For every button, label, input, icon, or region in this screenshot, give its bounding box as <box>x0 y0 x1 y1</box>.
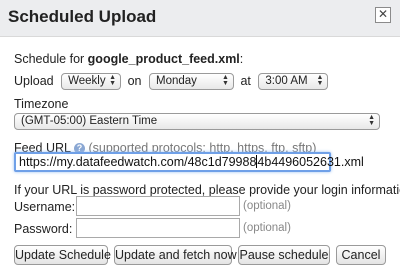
timezone-select[interactable]: (GMT-05:00) Eastern Time ▲ ▼ <box>14 113 380 130</box>
username-input[interactable] <box>76 196 240 216</box>
password-row: Password: (optional) <box>14 218 334 242</box>
username-row: Username: (optional) <box>14 196 334 220</box>
frequency-select[interactable]: Weekly ▲ ▼ <box>61 73 122 90</box>
time-select[interactable]: 3:00 AM ▲ ▼ <box>258 73 329 90</box>
button-row: Update Schedule Update and fetch now Pau… <box>14 245 390 267</box>
scheduled-upload-dialog: Scheduled Upload ✕ Schedule for google_p… <box>0 0 400 269</box>
select-arrows-icon: ▲ ▼ <box>109 74 117 87</box>
at-label: at <box>240 73 251 88</box>
schedule-prefix: Schedule for <box>14 52 88 66</box>
day-select[interactable]: Monday ▲ ▼ <box>148 73 234 90</box>
feed-url-row: https://my.datafeedwatch.com/48c1d799884… <box>14 152 364 174</box>
close-icon[interactable]: ✕ <box>375 7 391 23</box>
select-arrows-icon: ▲ ▼ <box>368 114 375 127</box>
pause-schedule-button[interactable]: Pause schedule <box>238 245 330 265</box>
feed-url-text-after: 4b4496052631.xml <box>257 155 364 169</box>
username-label: Username: <box>14 200 76 214</box>
update-schedule-button[interactable]: Update Schedule <box>14 245 111 265</box>
select-arrows-icon: ▲ ▼ <box>316 74 324 87</box>
update-fetch-button[interactable]: Update and fetch now <box>114 245 237 265</box>
on-label: on <box>127 73 142 88</box>
schedule-suffix: : <box>239 52 244 66</box>
time-value: 3:00 AM <box>265 75 308 87</box>
frequency-value: Weekly <box>68 75 106 87</box>
timezone-label: Timezone <box>14 97 69 111</box>
timezone-row: (GMT-05:00) Eastern Time ▲ ▼ <box>14 113 380 130</box>
password-input[interactable] <box>76 218 240 238</box>
schedule-filename: google_product_feed.xml <box>87 52 240 66</box>
feed-url-input[interactable]: https://my.datafeedwatch.com/48c1d799884… <box>14 152 364 172</box>
select-arrows-icon: ▲ ▼ <box>222 74 229 87</box>
cancel-button[interactable]: Cancel <box>336 245 386 265</box>
login-note: If your URL is password protected, pleas… <box>14 183 400 197</box>
password-label: Password: <box>14 222 73 236</box>
schedule-heading: Schedule for google_product_feed.xml: <box>14 52 243 66</box>
dialog-titlebar: Scheduled Upload ✕ <box>0 0 400 37</box>
day-value: Monday <box>155 75 197 87</box>
upload-row: Upload Weekly ▲ ▼ on Monday ▲ ▼ at 3:00 AM… <box>14 73 329 90</box>
timezone-value: (GMT-05:00) Eastern Time <box>21 115 158 127</box>
upload-label: Upload <box>14 73 54 88</box>
feed-url-text-before: https://my.datafeedwatch.com/48c1d79988 <box>19 155 257 169</box>
username-optional: (optional) <box>243 200 291 212</box>
dialog-title: Scheduled Upload <box>8 7 157 26</box>
password-optional: (optional) <box>243 222 291 234</box>
